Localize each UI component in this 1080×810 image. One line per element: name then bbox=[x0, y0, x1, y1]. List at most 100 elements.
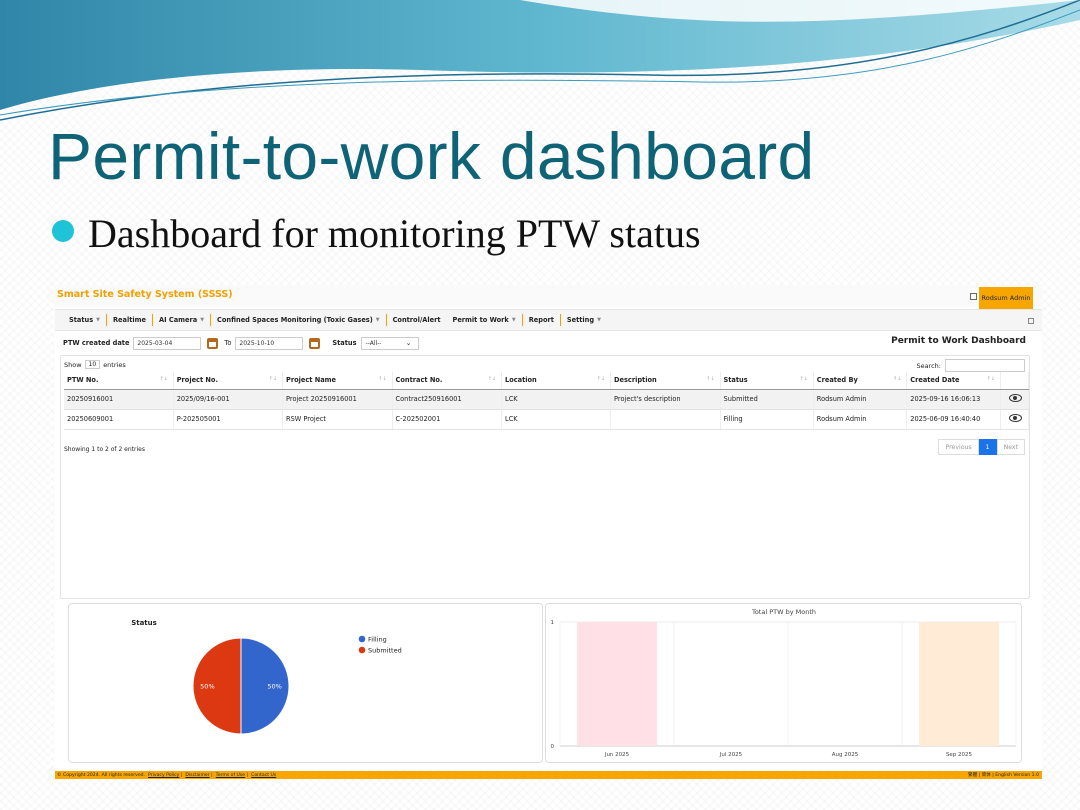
calendar-icon[interactable] bbox=[309, 337, 321, 349]
nav-item-permit-to-work[interactable]: Permit to Work ▼ bbox=[447, 316, 522, 324]
column-header[interactable]: Project Name ↑↓ bbox=[282, 372, 393, 390]
nav-item-setting[interactable]: Setting ▼ bbox=[561, 316, 607, 324]
monthly-bar-chart: Total PTW by Month 0 1 Jun 2025 Jul 2025 Aug … bbox=[551, 608, 1017, 758]
slide-title: Permit-to-work dashboard bbox=[48, 119, 815, 193]
column-header-label: Location bbox=[505, 376, 537, 385]
language-version: 繁體 | 简体 | English Version 1.0 bbox=[967, 773, 1039, 778]
pagination: Previous 1 Next bbox=[938, 439, 1025, 455]
column-header[interactable]: Status ↑↓ bbox=[720, 372, 814, 390]
table-row[interactable]: 20250609001 P-202505001 RSW Project C-20250… bbox=[64, 409, 1029, 430]
table-body: 20250916001 2025/09/16-001 Project 2025091… bbox=[64, 389, 1029, 430]
search-label: Search: bbox=[916, 361, 941, 370]
user-menu-button[interactable]: Rodsum Admin bbox=[979, 287, 1033, 309]
column-header[interactable]: Created By ↑↓ bbox=[813, 372, 908, 390]
page-length-control: Show 10 entries bbox=[64, 360, 126, 369]
footer-link[interactable]: Privacy Policy bbox=[148, 773, 179, 778]
table-info: Showing 1 to 2 of 2 entries bbox=[64, 446, 145, 453]
footer-link[interactable]: Contact Us bbox=[251, 773, 276, 778]
column-header[interactable]: Contract No. ↑↓ bbox=[392, 372, 503, 390]
apps-grid-icon[interactable] bbox=[970, 293, 977, 300]
y-tick-label: 1 bbox=[551, 620, 555, 626]
sort-icon[interactable]: ↑↓ bbox=[269, 376, 277, 382]
table-cell: 20250609001 bbox=[64, 409, 174, 430]
x-tick-label: Aug 2025 bbox=[832, 752, 859, 758]
table-cell bbox=[610, 409, 721, 430]
header-wave-decoration bbox=[0, 0, 1080, 121]
sort-icon[interactable]: ↑↓ bbox=[378, 376, 386, 382]
chevron-down-icon: ⌄ bbox=[405, 339, 412, 347]
table-cell: 20250916001 bbox=[64, 389, 174, 410]
from-date-input[interactable]: 2025-03-04 bbox=[133, 336, 202, 350]
previous-page-button[interactable]: Previous bbox=[938, 439, 979, 455]
column-header-label: Project No. bbox=[176, 376, 218, 385]
view-eye-icon[interactable] bbox=[1009, 394, 1022, 402]
nav-item-ai-camera[interactable]: AI Camera ▼ bbox=[153, 316, 210, 324]
column-header-label: Status bbox=[723, 376, 748, 385]
bar-sep-2025[interactable] bbox=[919, 622, 999, 746]
column-header-label: Project Name bbox=[286, 376, 337, 385]
nav-item-label: Permit to Work bbox=[452, 316, 509, 324]
page-length-select[interactable]: 10 bbox=[84, 360, 101, 369]
nav-item-label: Realtime bbox=[112, 316, 146, 324]
nav-item-realtime[interactable]: Realtime bbox=[107, 316, 152, 324]
column-header[interactable]: Project No. ↑↓ bbox=[173, 372, 284, 390]
footer-separator: | bbox=[209, 772, 213, 778]
sort-icon[interactable]: ↑↓ bbox=[706, 376, 714, 382]
column-header[interactable]: Description ↑↓ bbox=[610, 372, 721, 390]
sort-icon[interactable]: ↑↓ bbox=[987, 376, 995, 382]
sort-icon[interactable]: ↑↓ bbox=[488, 376, 496, 382]
sort-icon[interactable]: ↑↓ bbox=[159, 376, 167, 382]
to-label: To bbox=[224, 339, 232, 347]
nav-item-control-alert[interactable]: Control/Alert bbox=[387, 316, 447, 324]
pie-slice-label: 50% bbox=[267, 683, 281, 691]
caret-down-icon: ▼ bbox=[597, 317, 601, 323]
footer-separator: | bbox=[179, 772, 183, 778]
column-header-label: PTW No. bbox=[67, 376, 99, 385]
status-select[interactable]: --All-- ⌄ bbox=[360, 336, 419, 350]
row-actions bbox=[1000, 389, 1029, 410]
page-1-button[interactable]: 1 bbox=[978, 439, 997, 455]
nav-item-label: Setting bbox=[566, 316, 595, 324]
nav-menu-icon[interactable] bbox=[1028, 318, 1034, 324]
sort-icon[interactable]: ↑↓ bbox=[597, 376, 605, 382]
column-header[interactable]: Location ↑↓ bbox=[501, 372, 612, 390]
column-header[interactable]: PTW No. ↑↓ bbox=[64, 372, 174, 390]
legend-label: Filling bbox=[368, 636, 387, 644]
app-screenshot: Smart Site Safety System (SSSS) Rodsum A… bbox=[55, 285, 1042, 779]
table-cell: P-202505001 bbox=[173, 409, 284, 430]
view-eye-icon[interactable] bbox=[1009, 414, 1022, 422]
column-header-label: Created By bbox=[816, 376, 858, 385]
brand-title[interactable]: Smart Site Safety System (SSSS) bbox=[57, 289, 233, 300]
search-input[interactable] bbox=[945, 359, 1025, 372]
calendar-icon[interactable] bbox=[207, 337, 219, 349]
table-cell: 2025-09-16 16:06:13 bbox=[906, 389, 1001, 410]
copyright-text: © Copyright 2024. All rights reserved. bbox=[57, 772, 146, 778]
to-date-input[interactable]: 2025-10-10 bbox=[235, 336, 304, 350]
table-row[interactable]: 20250916001 2025/09/16-001 Project 2025091… bbox=[64, 389, 1029, 410]
nav-item-report[interactable]: Report bbox=[523, 316, 560, 324]
entries-label: entries bbox=[103, 360, 126, 369]
nav-item-label: Status bbox=[69, 316, 94, 324]
bullet-item: Dashboard for monitoring PTW status bbox=[52, 210, 701, 257]
status-pie-chart: Status 50% 50% Filling Submitted bbox=[131, 619, 402, 735]
bar-title: Total PTW by Month bbox=[751, 608, 816, 616]
next-page-button[interactable]: Next bbox=[996, 439, 1025, 455]
nav-item-status[interactable]: Status ▼ bbox=[63, 316, 106, 324]
footer-separator: | bbox=[245, 772, 249, 778]
legend-marker bbox=[358, 635, 366, 643]
table-cell: Submitted bbox=[720, 389, 814, 410]
footer-link[interactable]: Disclaimer bbox=[185, 773, 209, 778]
nav-item-confined-spaces-monitoring-toxic-gases[interactable]: Confined Spaces Monitoring (Toxic Gases)… bbox=[211, 316, 386, 324]
table-search: Search: bbox=[916, 359, 1025, 372]
footer-link[interactable]: Terms of Use bbox=[216, 773, 245, 778]
bar-jun-2025[interactable] bbox=[577, 622, 657, 746]
nav-item-label: Report bbox=[528, 316, 554, 324]
sort-icon[interactable]: ↑↓ bbox=[799, 376, 807, 382]
ptw-table-panel: Show 10 entries Search: PTW No. ↑↓ Project… bbox=[60, 355, 1030, 599]
table-cell: C-202502001 bbox=[392, 409, 503, 430]
legend-marker bbox=[358, 646, 366, 654]
sort-icon[interactable]: ↑↓ bbox=[893, 376, 901, 382]
x-tick-label: Jul 2025 bbox=[719, 752, 743, 758]
column-header[interactable]: Created Date ↑↓ bbox=[906, 372, 1001, 390]
status-select-value: --All-- bbox=[365, 339, 382, 347]
